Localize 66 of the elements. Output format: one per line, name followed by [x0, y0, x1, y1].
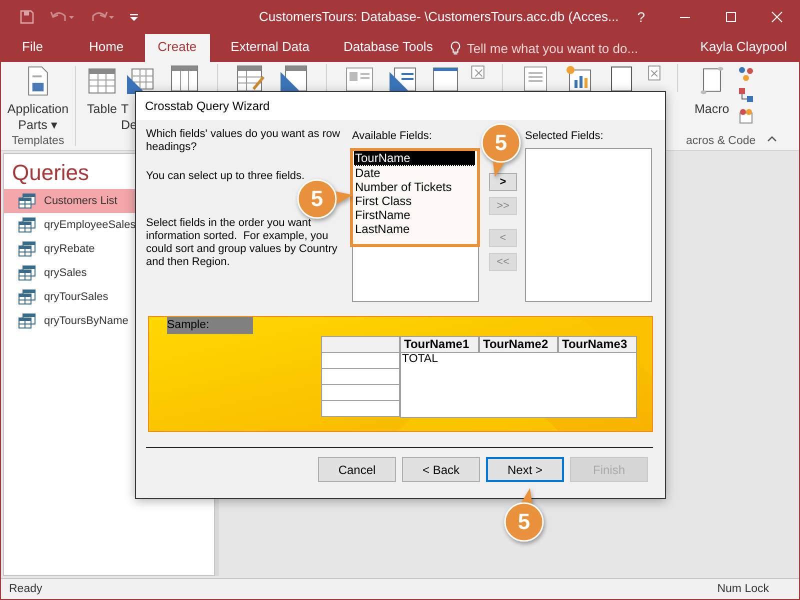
num-lock-indicator: Num Lock [717, 583, 769, 595]
tell-me-field[interactable]: Tell me what you want to do... [450, 34, 638, 62]
ribbon-tab[interactable]: Home [76, 34, 137, 62]
column-header: TourName1 [400, 336, 479, 353]
query-icon [18, 193, 36, 209]
field-item[interactable]: Date [354, 166, 475, 180]
table-icon[interactable] [88, 66, 116, 96]
application-parts-button[interactable]: Application Parts ▾ [7, 101, 69, 133]
dialog-button[interactable]: Next > [486, 457, 564, 482]
field-label: Selected Fields: [525, 129, 604, 144]
total-text: TOTAL [402, 353, 438, 365]
instruction-text: Select fields in the order you want information sorted. For example, you could sort and group values by Country and then Region. [146, 217, 338, 269]
class-module-icon[interactable] [738, 87, 754, 103]
group-label: Templates [12, 135, 64, 147]
module-icon[interactable] [738, 66, 754, 82]
collapse-ribbon-icon[interactable] [767, 136, 777, 142]
ribbon-tab[interactable]: Create [144, 34, 210, 62]
step-callout: 5 [504, 488, 544, 542]
ribbon-tab[interactable]: Database Tools [330, 34, 446, 62]
query-icon [18, 289, 36, 305]
save-icon[interactable] [19, 8, 35, 24]
field-item[interactable]: FirstName [354, 208, 475, 222]
customize-caret-icon[interactable] [129, 12, 139, 22]
field-item[interactable]: Number of Tickets [354, 180, 475, 194]
table-pencil-icon[interactable] [236, 64, 266, 92]
step-callout: 5 [481, 123, 521, 177]
ribbon-tab[interactable]: File [9, 34, 56, 62]
report-tools-icon[interactable] [646, 64, 664, 82]
table-ruler-icon[interactable] [279, 64, 308, 92]
field-item[interactable]: First Class [354, 194, 475, 208]
report-chart-icon[interactable] [564, 64, 593, 92]
field-item[interactable]: TourName [354, 151, 475, 166]
user-name[interactable]: Kayla Claypool [700, 34, 799, 62]
instruction-text: Which fields' values do you want as row headings? [146, 128, 341, 154]
field-item[interactable]: LastName [354, 222, 475, 236]
table-button[interactable]: Table [87, 101, 117, 117]
lightbulb-icon [450, 40, 461, 56]
dialog-button[interactable]: < Back [402, 457, 480, 482]
macro-button[interactable]: Macro [694, 101, 730, 117]
query-icon [18, 241, 36, 257]
group-label: acros & Code [686, 135, 756, 147]
ribbon-tab[interactable]: External Data [218, 34, 322, 62]
scroll-icon[interactable] [698, 66, 726, 96]
navigation-header: Queries [11, 160, 90, 186]
query-icon [18, 265, 36, 281]
status-text: Ready [9, 583, 42, 595]
field-label: Available Fields: [352, 129, 433, 144]
query-icon [18, 313, 36, 329]
grid-icon[interactable] [170, 64, 200, 92]
move-button[interactable]: > [489, 173, 517, 191]
help-button[interactable]: ? [637, 8, 645, 24]
step-callout: 5 [297, 179, 353, 219]
sample-label: Sample: [167, 317, 253, 334]
selected-fields-list[interactable] [525, 148, 652, 302]
dialog-title: Crosstab Query Wizard [145, 99, 270, 113]
query-icon [18, 217, 36, 233]
query-item[interactable]: qryTourSales [4, 285, 214, 309]
window-title: CustomersTours: Database- \CustomersTours.acc.db (Acces... [259, 9, 620, 24]
close-icon[interactable] [771, 10, 783, 22]
available-fields-list[interactable]: TourName Date Number of Tickets First Class FirstName LastName [352, 148, 479, 302]
column-header: TourName2 [479, 336, 558, 353]
dialog-button[interactable]: Cancel [318, 457, 396, 482]
visual-basic-icon[interactable] [738, 108, 754, 124]
column-header: TourName3 [558, 336, 637, 353]
maximize-icon[interactable] [725, 10, 737, 22]
table-ruler-icon[interactable] [126, 66, 154, 96]
